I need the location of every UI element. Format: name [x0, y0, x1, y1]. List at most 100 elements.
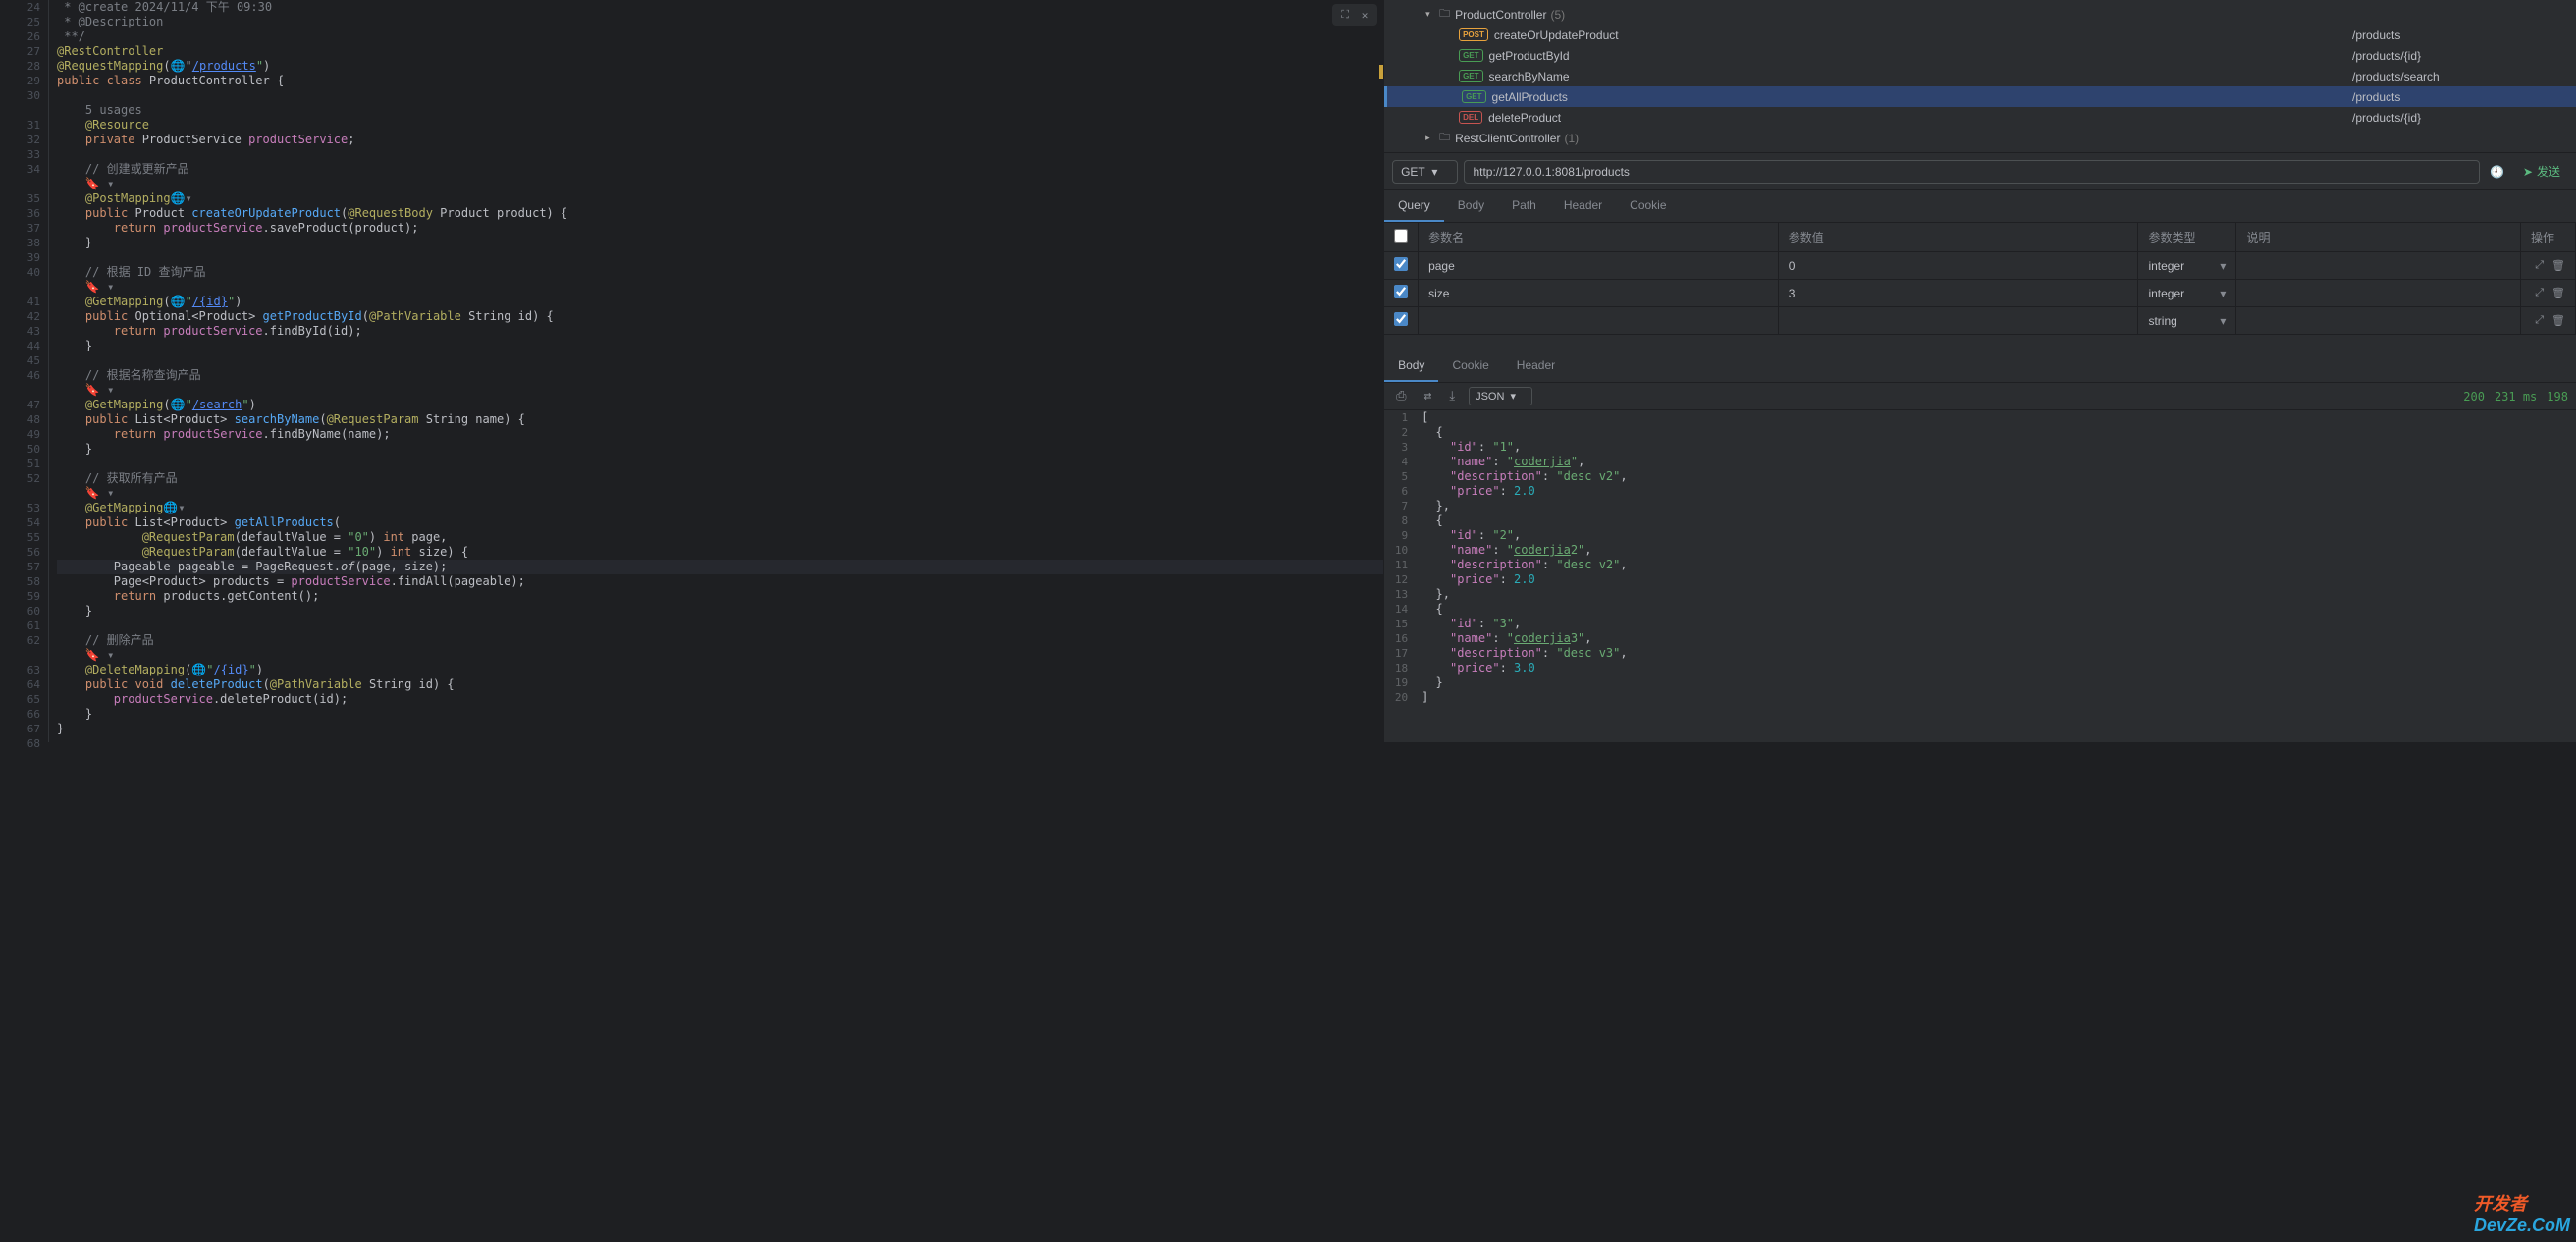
reader-mode-icon[interactable]: ⛶	[1337, 7, 1353, 23]
status-code: 200	[2463, 390, 2485, 404]
send-icon: ➤	[2523, 165, 2533, 179]
expand-icon[interactable]: ⤢	[2535, 314, 2544, 327]
tab-resp-cookie[interactable]: Cookie	[1438, 351, 1502, 382]
url-input[interactable]	[1464, 160, 2479, 184]
http-method-select[interactable]: GET ▾	[1392, 160, 1458, 184]
endpoint-row[interactable]: GET getAllProducts /products	[1384, 86, 2576, 107]
tab-resp-header[interactable]: Header	[1503, 351, 1569, 382]
endpoint-name: createOrUpdateProduct	[1494, 28, 1619, 42]
controller-name: RestClientController	[1455, 132, 1560, 145]
tab-header[interactable]: Header	[1550, 190, 1616, 222]
endpoint-tree: ▾ 🗀 ProductController (5) POST createOrU…	[1384, 0, 2576, 152]
param-name-cell[interactable]	[1419, 307, 1779, 335]
http-method-badge: GET	[1462, 90, 1485, 103]
param-checkbox[interactable]	[1394, 312, 1408, 326]
col-desc: 说明	[2236, 223, 2521, 252]
param-name-cell[interactable]: page	[1419, 252, 1779, 280]
response-body: 1234567891011121314151617181920 [ { "id"…	[1384, 409, 2576, 742]
col-ops: 操作	[2520, 223, 2575, 252]
param-value-cell[interactable]: 0	[1778, 252, 2138, 280]
editor-toolbar: ⛶ ✕	[1332, 4, 1377, 26]
endpoint-row[interactable]: DEL deleteProduct /products/{id}	[1384, 107, 2576, 128]
modified-indicator	[1379, 65, 1383, 79]
params-table: 参数名 参数值 参数类型 说明 操作 page 0 integer ▾ ⤢ 🗑 …	[1384, 223, 2576, 335]
json-content[interactable]: [ { "id": "1", "name": "coderjia", "desc…	[1416, 410, 2576, 742]
folder-icon: 🗀	[1439, 5, 1450, 24]
line-gutter: 24252627282930 31323334 353637383940 414…	[0, 0, 49, 742]
chevron-right-icon[interactable]: ▸	[1425, 133, 1439, 143]
endpoint-count: (1)	[1564, 132, 1579, 145]
close-icon[interactable]: ✕	[1357, 7, 1372, 23]
tab-query[interactable]: Query	[1384, 190, 1444, 222]
response-section: BodyCookieHeader ⎙ ⇄ ⤓ JSON ▾ 200 231 ms…	[1384, 351, 2576, 742]
code-area[interactable]: * @create 2024/11/4 下午 09:30 * @Descript…	[49, 0, 1383, 742]
endpoint-name: getAllProducts	[1492, 90, 1568, 104]
endpoint-path: /products/search	[2352, 70, 2568, 83]
http-method-badge: POST	[1459, 28, 1488, 41]
send-button[interactable]: ➤ 发送	[2515, 159, 2568, 184]
http-method-badge: GET	[1459, 49, 1482, 62]
tab-path[interactable]: Path	[1498, 190, 1550, 222]
code-editor-panel: 24252627282930 31323334 353637383940 414…	[0, 0, 1383, 742]
json-gutter: 1234567891011121314151617181920	[1384, 410, 1416, 742]
params-header-row: 参数名 参数值 参数类型 说明 操作	[1384, 223, 2575, 252]
param-name-cell[interactable]: size	[1419, 280, 1779, 307]
format-select[interactable]: JSON ▾	[1469, 387, 1532, 405]
param-type-cell[interactable]: integer ▾	[2138, 280, 2236, 307]
param-desc-cell[interactable]	[2236, 252, 2521, 280]
param-row: size 3 integer ▾ ⤢ 🗑	[1384, 280, 2575, 307]
controller-name: ProductController	[1455, 8, 1546, 22]
http-method-badge: DEL	[1459, 111, 1482, 124]
format-icon[interactable]: ⎙	[1392, 387, 1410, 405]
delete-icon[interactable]: 🗑	[2551, 287, 2565, 299]
tab-body[interactable]: Body	[1444, 190, 1498, 222]
select-all-checkbox[interactable]	[1394, 229, 1408, 243]
expand-icon[interactable]: ⤢	[2535, 287, 2544, 299]
tree-controller-row[interactable]: ▸ 🗀 RestClientController (1)	[1384, 128, 2576, 148]
watermark: 开发者 DevZe.CoM	[2474, 1190, 2570, 1236]
response-toolbar: ⎙ ⇄ ⤓ JSON ▾ 200 231 ms 198	[1384, 383, 2576, 409]
folder-icon: 🗀	[1439, 129, 1450, 147]
endpoint-path: /products	[2352, 28, 2568, 42]
history-icon[interactable]: 🕘	[2486, 160, 2509, 184]
request-tabs: QueryBodyPathHeaderCookie	[1384, 190, 2576, 223]
endpoint-row[interactable]: GET getProductById /products/{id}	[1384, 45, 2576, 66]
endpoint-row[interactable]: GET searchByName /products/search	[1384, 66, 2576, 86]
endpoint-path: /products/{id}	[2352, 111, 2568, 125]
delete-icon[interactable]: 🗑	[2551, 314, 2565, 327]
delete-icon[interactable]: 🗑	[2551, 259, 2565, 272]
download-icon[interactable]: ⤓	[1445, 387, 1459, 405]
endpoint-name: deleteProduct	[1488, 111, 1561, 125]
expand-icon[interactable]: ⤢	[2535, 259, 2544, 272]
request-bar: GET ▾ 🕘 ➤ 发送	[1384, 152, 2576, 190]
col-type: 参数类型	[2138, 223, 2236, 252]
tab-cookie[interactable]: Cookie	[1616, 190, 1680, 222]
endpoint-path: /products/{id}	[2352, 49, 2568, 63]
param-checkbox[interactable]	[1394, 285, 1408, 298]
status-size: 198	[2547, 390, 2568, 404]
param-value-cell[interactable]	[1778, 307, 2138, 335]
col-name: 参数名	[1419, 223, 1779, 252]
param-type-cell[interactable]: string ▾	[2138, 307, 2236, 335]
param-desc-cell[interactable]	[2236, 307, 2521, 335]
status-time: 231 ms	[2495, 390, 2537, 404]
tab-resp-body[interactable]: Body	[1384, 351, 1438, 382]
http-method-badge: GET	[1459, 70, 1482, 82]
endpoint-count: (5)	[1550, 8, 1565, 22]
param-desc-cell[interactable]	[2236, 280, 2521, 307]
response-tabs: BodyCookieHeader	[1384, 351, 2576, 383]
param-row: string ▾ ⤢ 🗑	[1384, 307, 2575, 335]
wrap-icon[interactable]: ⇄	[1420, 387, 1435, 405]
endpoint-row[interactable]: POST createOrUpdateProduct /products	[1384, 25, 2576, 45]
param-row: page 0 integer ▾ ⤢ 🗑	[1384, 252, 2575, 280]
rest-client-panel: ▾ 🗀 ProductController (5) POST createOrU…	[1383, 0, 2576, 742]
param-type-cell[interactable]: integer ▾	[2138, 252, 2236, 280]
param-value-cell[interactable]: 3	[1778, 280, 2138, 307]
param-checkbox[interactable]	[1394, 257, 1408, 271]
endpoint-name: getProductById	[1489, 49, 1570, 63]
col-value: 参数值	[1778, 223, 2138, 252]
tree-controller-row[interactable]: ▾ 🗀 ProductController (5)	[1384, 4, 2576, 25]
chevron-down-icon[interactable]: ▾	[1425, 9, 1439, 20]
endpoint-name: searchByName	[1489, 70, 1570, 83]
endpoint-path: /products	[2352, 90, 2568, 104]
